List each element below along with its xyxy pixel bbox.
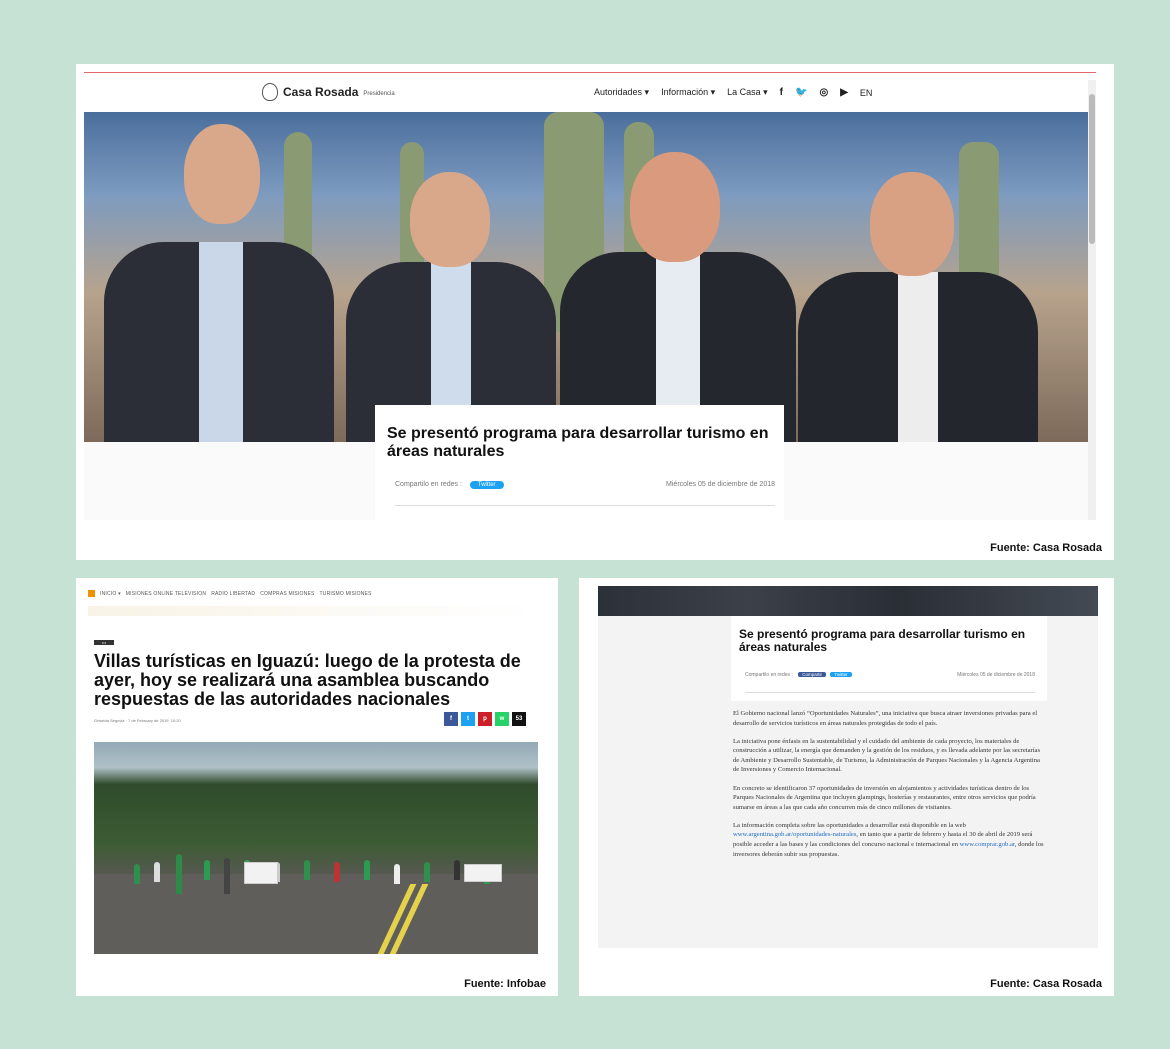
share-label: Compartilo en redes : <box>395 481 462 488</box>
main-nav: Autoridades ▾ Información ▾ La Casa ▾ f … <box>594 87 872 98</box>
share-row: Compartilo en redes : Compartir Twitter … <box>745 672 1035 678</box>
byline: Griselda Segovia · 7 de February de 2019… <box>94 718 181 723</box>
twitter-icon[interactable]: 🐦 <box>795 87 807 98</box>
crowd-person <box>224 858 230 894</box>
crowd-person <box>176 854 182 894</box>
road <box>94 874 538 954</box>
article-title: Se presentó programa para desarrollar tu… <box>739 627 1026 654</box>
casa-rosada-article-page: Se presentó programa para desarrollar tu… <box>598 586 1098 948</box>
person-2 <box>346 112 556 442</box>
paragraph-2: La iniciativa pone énfasis en la sustent… <box>733 737 1041 774</box>
whatsapp-share-icon[interactable]: w <box>495 712 509 726</box>
divider <box>395 505 775 506</box>
facebook-share-button[interactable]: Compartir <box>798 672 826 677</box>
casa-rosada-site: Casa Rosada Presidencia Autoridades ▾ In… <box>84 72 1096 520</box>
article-header-card: Se presentó programa para desarrollar tu… <box>375 405 784 520</box>
casa-rosada-article-panel: Se presentó programa para desarrollar tu… <box>579 578 1114 996</box>
protest-photo <box>94 742 538 954</box>
crowd-person <box>334 862 340 882</box>
article-title: Se presentó programa para desarrollar tu… <box>387 425 769 460</box>
nav-turismo[interactable]: TURISMO MISIONES <box>320 591 372 597</box>
crowd-person <box>204 860 210 880</box>
news-headline: Villas turísticas en Iguazú: luego de la… <box>94 651 521 709</box>
nav-autoridades[interactable]: Autoridades ▾ <box>594 87 649 98</box>
nav-compras[interactable]: COMPRAS MISIONES <box>260 591 314 597</box>
instagram-icon[interactable]: ◎ <box>819 87 828 98</box>
article-date: Miércoles 05 de diciembre de 2018 <box>666 481 775 488</box>
article-header-card: Se presentó programa para desarrollar tu… <box>731 616 1047 701</box>
paragraph-3: En concreto se identificaron 37 oportuni… <box>733 784 1036 811</box>
person-4 <box>798 112 1038 442</box>
protest-banner <box>244 862 278 884</box>
crowd-person <box>394 864 400 884</box>
youtube-icon[interactable]: ▶ <box>840 87 848 98</box>
protest-banner <box>464 864 502 882</box>
nav-inicio[interactable]: INICIO ▾ <box>100 591 121 597</box>
language-toggle[interactable]: EN <box>860 88 873 98</box>
twitter-share-button[interactable]: Twitter <box>830 672 852 677</box>
scrollbar[interactable] <box>1088 80 1096 520</box>
crowd-person <box>134 864 140 884</box>
share-label: Compartilo en redes : <box>745 672 793 678</box>
source-caption: Fuente: Casa Rosada <box>990 978 1102 990</box>
brand-subtitle: Presidencia <box>363 90 395 97</box>
article-date: Miércoles 05 de diciembre de 2018 <box>957 672 1035 678</box>
twitter-share-button[interactable]: Twitter <box>469 481 504 489</box>
paragraph-4-text: La información completa sobre las oportu… <box>733 821 966 829</box>
link-oportunidades[interactable]: www.argentina.gob.ar/oportunidades-natur… <box>733 831 856 838</box>
hero-photo <box>84 112 1096 442</box>
nav-la-casa[interactable]: La Casa ▾ <box>727 87 768 98</box>
category-tag[interactable]: ••• <box>94 640 114 645</box>
pinterest-share-icon[interactable]: p <box>478 712 492 726</box>
nav-informacion[interactable]: Información ▾ <box>661 87 715 98</box>
site-navbar: Casa Rosada Presidencia Autoridades ▾ In… <box>84 72 1096 112</box>
brand-logo[interactable]: Casa Rosada Presidencia <box>262 83 395 101</box>
divider <box>745 692 1035 693</box>
person-1 <box>104 112 334 442</box>
hero-photo-crop <box>598 586 1098 616</box>
facebook-share-icon[interactable]: f <box>444 712 458 726</box>
seal-icon <box>262 83 278 101</box>
scrollbar-thumb[interactable] <box>1089 94 1095 244</box>
paragraph-4: La información completa sobre las oportu… <box>733 821 1045 859</box>
crowd-person <box>154 862 160 882</box>
article-body: El Gobierno nacional lanzó “Oportunidade… <box>733 709 1045 868</box>
nav-misiones-tv[interactable]: MISIONES ONLINE TELEVISION <box>126 591 206 597</box>
casa-rosada-screenshot-panel: Casa Rosada Presidencia Autoridades ▾ In… <box>76 64 1114 560</box>
facebook-icon[interactable]: f <box>780 87 783 98</box>
nav-radio-libertad[interactable]: RADIO LIBERTAD <box>211 591 255 597</box>
crowd-person <box>424 862 430 882</box>
paragraph-1: El Gobierno nacional lanzó “Oportunidade… <box>733 710 1038 727</box>
link-comprar[interactable]: www.comprar.gob.ar <box>960 841 1015 848</box>
infobae-nav: INICIO ▾ MISIONES ONLINE TELEVISION RADI… <box>88 590 372 597</box>
share-count: 53 <box>512 712 526 726</box>
twitter-share-icon[interactable]: t <box>461 712 475 726</box>
crowd-person <box>304 860 310 880</box>
ad-band <box>88 606 540 616</box>
infobae-screenshot-panel: INICIO ▾ MISIONES ONLINE TELEVISION RADI… <box>76 578 558 996</box>
source-caption: Fuente: Infobae <box>464 978 546 990</box>
crowd-person <box>364 860 370 880</box>
share-buttons: f t p w 53 <box>444 712 526 726</box>
share-row: Compartilo en redes : Twitter Miércoles … <box>395 481 775 489</box>
source-caption: Fuente: Casa Rosada <box>990 542 1102 554</box>
brand-name: Casa Rosada <box>283 85 359 99</box>
crowd-person <box>454 860 460 880</box>
site-logo-icon[interactable] <box>88 590 95 597</box>
person-3 <box>560 112 796 442</box>
